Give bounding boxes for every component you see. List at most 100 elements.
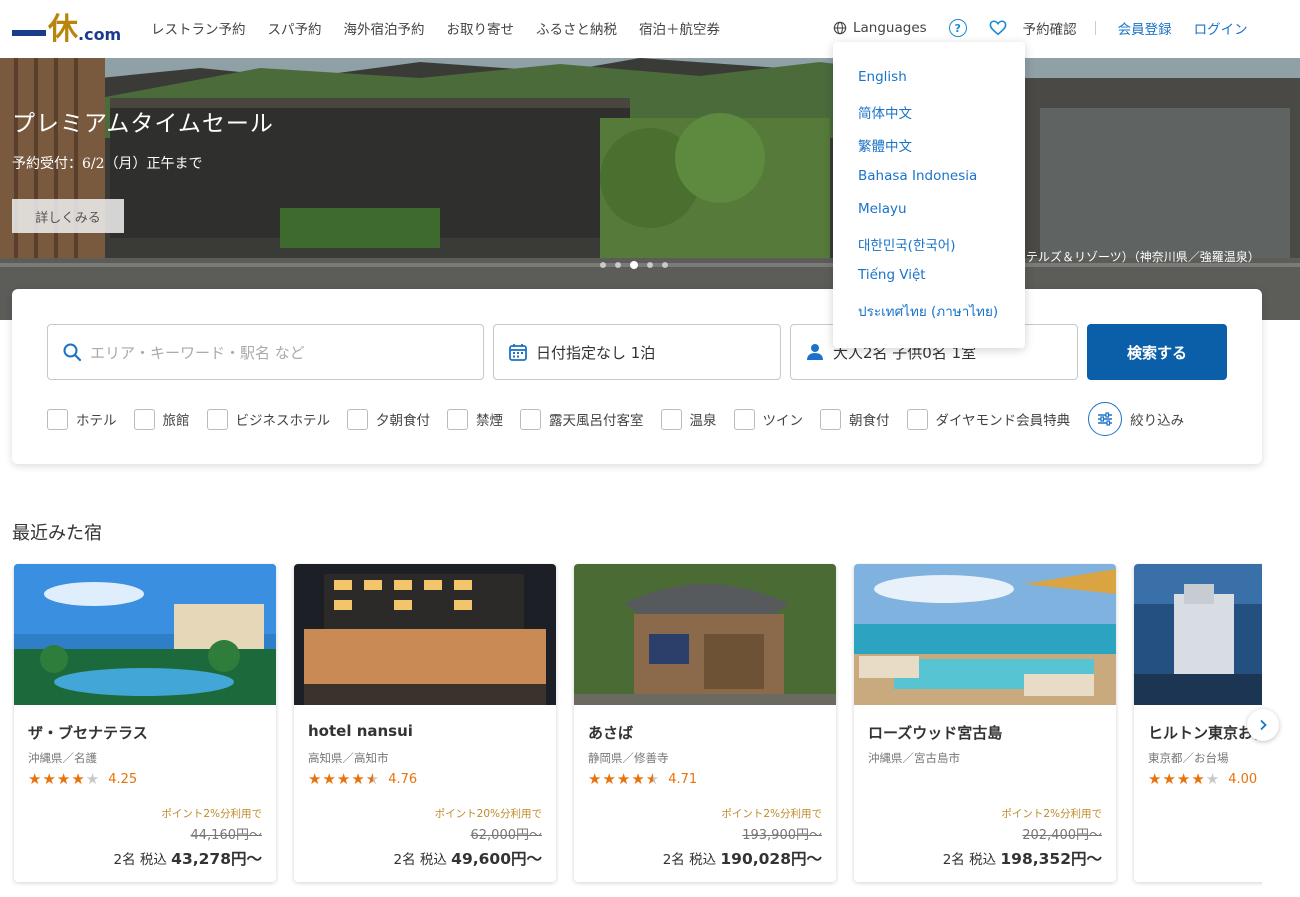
hotel-photo <box>574 564 836 705</box>
login-link[interactable]: ログイン <box>1194 18 1248 38</box>
hotel-card[interactable]: ザ・ブセナテラス 沖縄県／名護 ★★★★★ 4.25 ポイント2%分利用で 44,160円… <box>14 564 276 882</box>
price-value: 49,600円〜 <box>451 850 542 868</box>
hotel-card[interactable]: hotel nansui 高知県／高知市 ★★★★★ 4.76 ポイント20%分利用で 6… <box>294 564 556 882</box>
hero-banner[interactable]: プレミアムタイムセール 予約受付：6/2（月）正午まで 詳しくみる テルズ＆リゾ… <box>0 58 1300 320</box>
logo-domain: .com <box>78 25 122 44</box>
filter-hotel[interactable]: ホテル <box>47 408 117 430</box>
star-rating-icon: ★★★★★ <box>308 770 381 788</box>
price-guests: 2名 税込 <box>393 852 447 868</box>
rating-value: 4.76 <box>388 771 418 787</box>
filter-ryokan[interactable]: 旅館 <box>133 408 190 430</box>
header-divider <box>1094 21 1096 35</box>
checkbox[interactable] <box>133 408 155 430</box>
filter-diamond-benefit[interactable]: ダイヤモンド会員特典 <box>906 408 1071 430</box>
hotel-photo <box>14 564 276 705</box>
lang-option-indonesian[interactable]: Bahasa Indonesia <box>833 168 1025 201</box>
filter-non-smoking[interactable]: 禁煙 <box>447 408 503 430</box>
nav-overseas[interactable]: 海外宿泊予約 <box>344 18 425 38</box>
checkbox[interactable] <box>206 408 228 430</box>
lang-option-english[interactable]: English <box>833 69 1025 102</box>
nav-gourmet[interactable]: お取り寄せ <box>447 18 515 38</box>
hotel-rating: ★★★★★ 4.25 <box>28 770 137 788</box>
star-rating-icon: ★★★★★ <box>1148 770 1221 788</box>
filter-label: 朝食付 <box>849 413 890 429</box>
filter-dinner-breakfast[interactable]: 夕朝食付 <box>347 408 430 430</box>
refine-button[interactable]: 絞り込み <box>1088 402 1184 436</box>
hotel-location: 東京都／お台場 <box>1148 751 1229 765</box>
filter-label: ホテル <box>76 413 117 429</box>
hotel-card[interactable]: あさば 静岡県／修善寺 ★★★★★ 4.71 ポイント2%分利用で 193,900円〜 2名… <box>574 564 836 882</box>
filter-label: ダイヤモンド会員特典 <box>935 413 1071 429</box>
filter-business-hotel[interactable]: ビジネスホテル <box>206 408 330 430</box>
reservation-confirm-link[interactable]: 予約確認 <box>1023 18 1077 38</box>
lang-option-vietnamese[interactable]: Tiếng Việt <box>833 267 1025 300</box>
price: 2名 税込 43,278円〜 <box>113 847 262 869</box>
hotel-card[interactable]: ローズウッド宮古島 沖縄県／宮古島市 ポイント2%分利用で 202,400円〜 2名 税… <box>854 564 1116 882</box>
lang-option-zh-hant[interactable]: 繁體中文 <box>833 135 1025 168</box>
checkbox[interactable] <box>47 408 68 430</box>
checkbox[interactable] <box>820 408 841 430</box>
filter-onsen[interactable]: 温泉 <box>660 408 717 430</box>
hotel-name: ヒルトン東京お台場 <box>1148 724 1262 742</box>
carousel-dot[interactable] <box>647 262 653 268</box>
checkbox[interactable] <box>347 408 368 430</box>
checkbox[interactable] <box>447 408 468 430</box>
nav-spa[interactable]: スパ予約 <box>268 18 322 38</box>
lang-option-malay[interactable]: Melayu <box>833 201 1025 234</box>
recently-viewed-title: 最近みた宿 <box>12 523 102 544</box>
lang-option-thai[interactable]: ประเทศไทย (ภาษาไทย) <box>833 300 1025 333</box>
rating-value: 4.00 <box>1228 771 1258 787</box>
languages-toggle[interactable]: Languages <box>833 20 927 36</box>
register-link[interactable]: 会員登録 <box>1118 18 1172 38</box>
filter-twin[interactable]: ツイン <box>733 408 803 430</box>
point-note: ポイント2%分利用で <box>1001 808 1102 820</box>
hotel-name: あさば <box>588 724 634 742</box>
area-search-input[interactable]: エリア・キーワード・駅名 など <box>47 324 484 380</box>
hotel-name: ザ・ブセナテラス <box>28 724 148 742</box>
hotel-location: 沖縄県／宮古島市 <box>868 751 960 765</box>
site-header: 休 .com レストラン予約 スパ予約 海外宿泊予約 お取り寄せ ふるさと納税 … <box>0 0 1300 58</box>
point-note: ポイント20%分利用で <box>434 808 542 820</box>
star-rating-icon: ★★★★★ <box>28 770 101 788</box>
search-icon <box>63 343 82 362</box>
checkbox[interactable] <box>906 408 928 430</box>
filter-label: 旅館 <box>162 413 190 429</box>
nav-furusato[interactable]: ふるさと納税 <box>536 18 617 38</box>
price: 2名 税込 190,028円〜 <box>663 847 822 869</box>
price-guests: 2名 税込 <box>113 852 167 868</box>
carousel-dot[interactable] <box>662 262 668 268</box>
checkbox[interactable] <box>660 408 682 430</box>
logo-bar <box>12 30 46 36</box>
original-price: 44,160円〜 <box>190 828 263 843</box>
filter-breakfast[interactable]: 朝食付 <box>820 408 890 430</box>
filter-open-air-bath[interactable]: 露天風呂付客室 <box>520 408 644 430</box>
search-panel: エリア・キーワード・駅名 など 日付指定なし 1泊 大人2名 子供0名 1室 検… <box>12 289 1262 464</box>
nav-restaurant[interactable]: レストラン予約 <box>151 18 246 38</box>
checkbox[interactable] <box>733 408 755 430</box>
original-price: 62,000円〜 <box>470 828 543 843</box>
hero-subtitle: 予約受付：6/2（月）正午まで <box>12 156 203 172</box>
filter-label: 露天風呂付客室 <box>549 413 644 429</box>
carousel-dot[interactable] <box>630 261 638 269</box>
hotel-card[interactable]: ヒルトン東京お台場東京都／お台場★★★★★4.002名 <box>1134 564 1262 882</box>
hotel-name: ローズウッド宮古島 <box>868 724 1003 742</box>
hero-image <box>0 58 1300 320</box>
date-field[interactable]: 日付指定なし 1泊 <box>493 324 781 380</box>
date-value: 日付指定なし 1泊 <box>536 343 656 362</box>
carousel-dot[interactable] <box>615 262 621 268</box>
hero-details-button[interactable]: 詳しくみる <box>12 199 124 233</box>
search-button[interactable]: 検索する <box>1087 324 1227 380</box>
checkbox[interactable] <box>520 408 541 430</box>
lang-option-korean[interactable]: 대한민국(한국어) <box>833 234 1025 267</box>
hero-caption: テルズ＆リゾーツ）（神奈川県／強羅温泉） <box>1026 250 1260 264</box>
logo-mark: 休 <box>48 12 78 47</box>
price: 2名 税込 198,352円〜 <box>943 847 1102 869</box>
help-icon[interactable]: ? <box>948 19 967 37</box>
languages-label: Languages <box>853 20 927 36</box>
heart-icon[interactable] <box>989 19 1007 37</box>
carousel-next-button[interactable] <box>1247 709 1279 741</box>
nav-hotel-flight[interactable]: 宿泊＋航空券 <box>639 18 720 38</box>
lang-option-zh-hans[interactable]: 简体中文 <box>833 102 1025 135</box>
site-logo[interactable]: 休 .com <box>12 8 121 48</box>
carousel-dot[interactable] <box>600 262 606 268</box>
